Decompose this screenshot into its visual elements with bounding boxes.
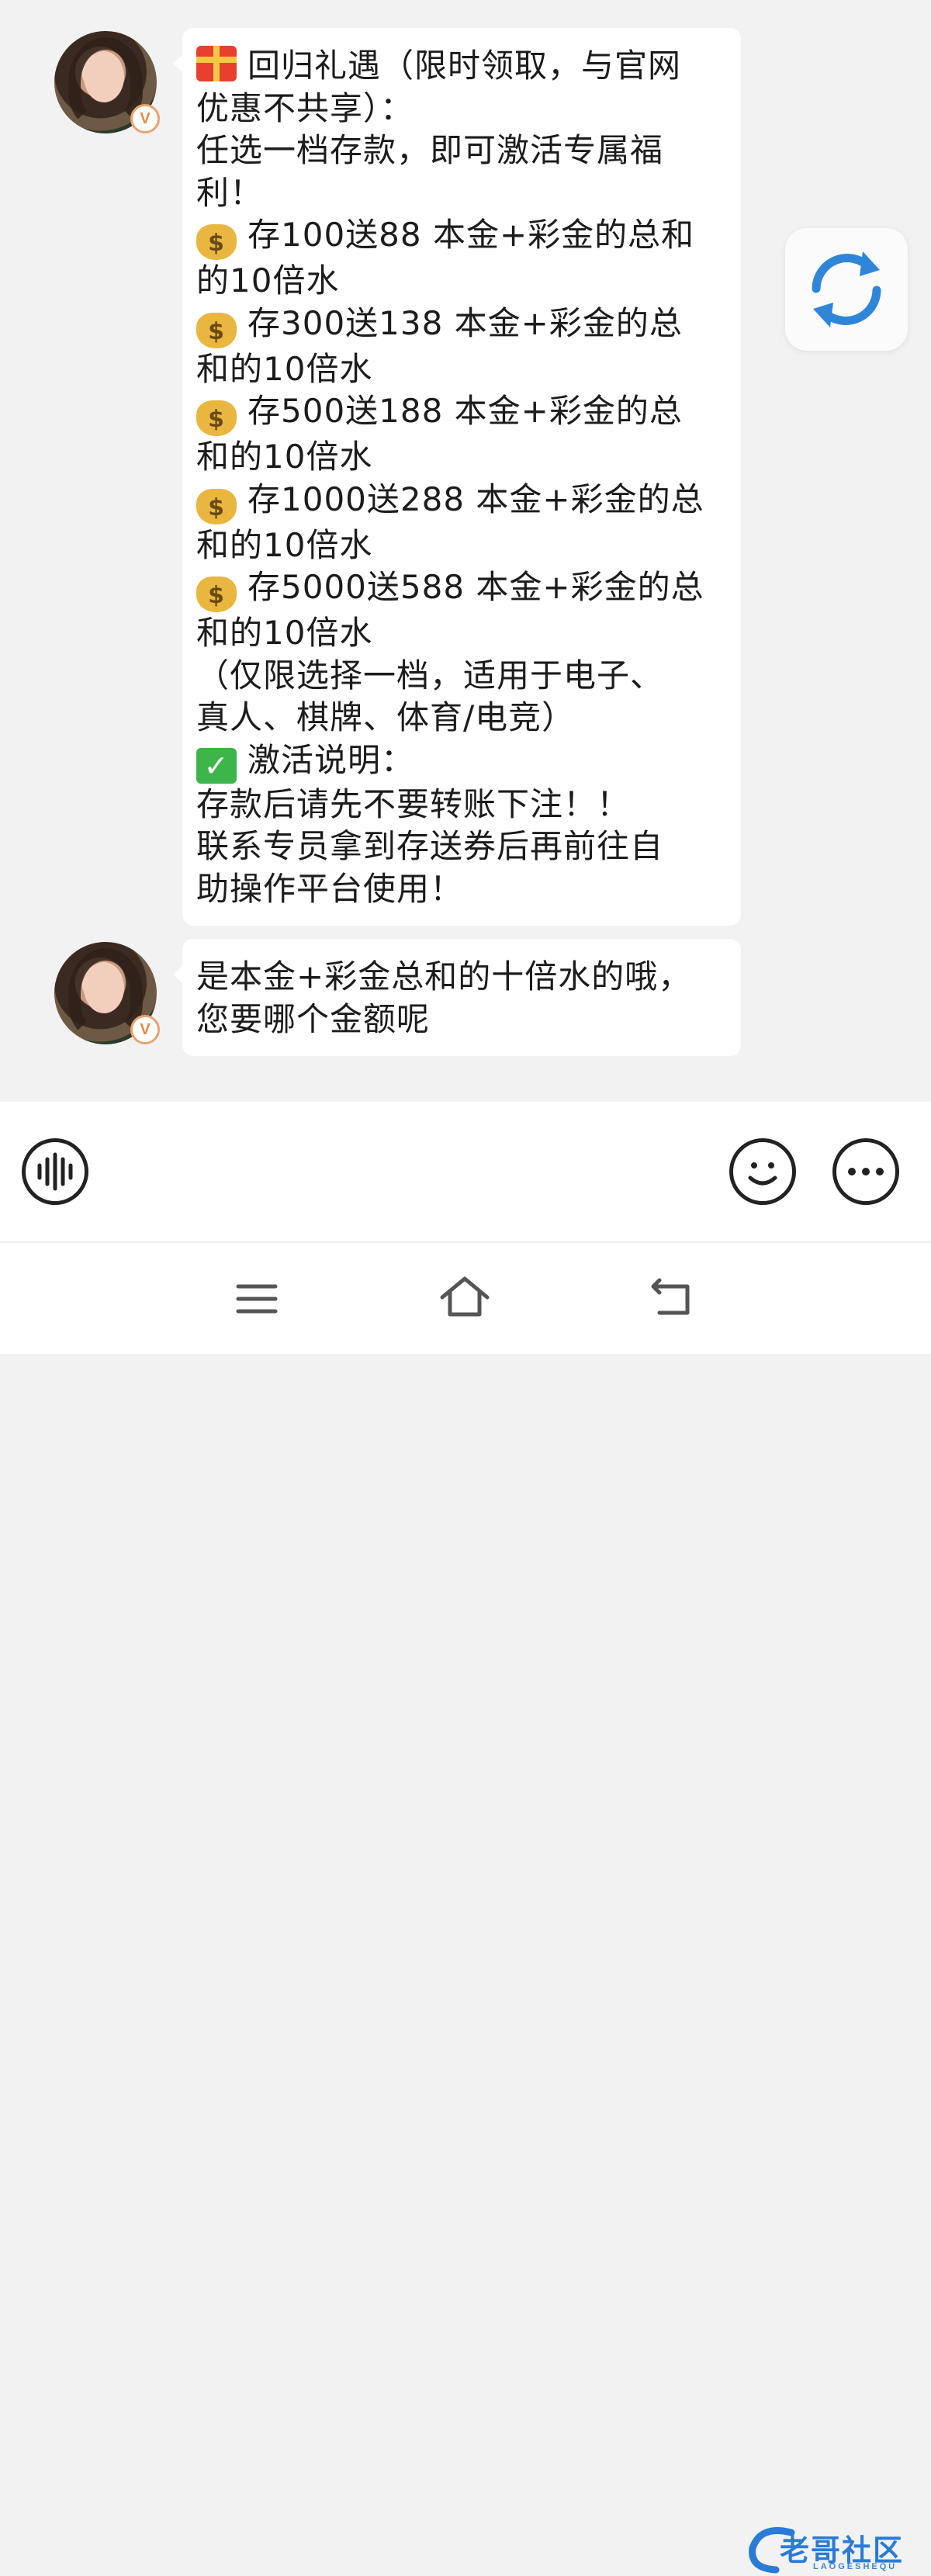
money-bag-icon: $ bbox=[196, 312, 237, 348]
message-text: 和的10倍水 bbox=[196, 525, 373, 564]
input-toolbar bbox=[0, 1102, 931, 1241]
menu-button[interactable] bbox=[235, 1280, 279, 1321]
message-text: 存1000送288 本金+彩金的总 bbox=[247, 480, 704, 518]
home-button[interactable] bbox=[439, 1274, 490, 1322]
message-text: 存款后请先不要转账下注！！ bbox=[196, 784, 631, 823]
message-line: 存款后请先不要转账下注！！ bbox=[196, 784, 727, 826]
message-line: $ 存1000送288 本金+彩金的总 bbox=[196, 479, 727, 525]
message-text: 存100送88 本金+彩金的总和 bbox=[247, 216, 695, 254]
message-text: 是本金+彩金总和的十倍水的哦， bbox=[196, 957, 692, 995]
money-bag-icon: $ bbox=[196, 488, 237, 525]
more-dots-icon bbox=[848, 1168, 884, 1175]
money-bag-icon: $ bbox=[196, 576, 237, 612]
system-nav-bar: 老哥社区 LAOGESHEQU bbox=[0, 1243, 931, 2574]
message-line: 和的10倍水 bbox=[196, 612, 727, 655]
message-text: 优惠不共享）： bbox=[196, 88, 414, 127]
message-line: $ 存500送188 本金+彩金的总 bbox=[196, 390, 727, 436]
watermark-subtitle: LAOGESHEQU bbox=[813, 2562, 898, 2571]
message-text: 助操作平台使用！ bbox=[196, 869, 464, 908]
message-text: 和的10倍水 bbox=[196, 614, 373, 652]
message-text: 利！ bbox=[196, 173, 264, 212]
check-mark-icon: ✓ bbox=[196, 747, 237, 784]
voice-waveform-icon bbox=[37, 1152, 73, 1191]
message-text: 激活说明： bbox=[247, 740, 415, 779]
voice-button[interactable] bbox=[22, 1138, 88, 1205]
back-icon bbox=[651, 1278, 690, 1315]
message-line: $ 存300送138 本金+彩金的总 bbox=[196, 303, 727, 348]
emoji-button[interactable] bbox=[729, 1138, 796, 1205]
avatar-face bbox=[84, 51, 124, 102]
message-line: 任选一档存款，即可激活专属福 bbox=[196, 130, 727, 172]
refresh-icon bbox=[812, 251, 881, 327]
agent-avatar[interactable]: V bbox=[54, 942, 160, 1044]
message-text: 和的10倍水 bbox=[196, 349, 373, 388]
message-line: 和的10倍水 bbox=[196, 436, 727, 479]
message-line: 和的10倍水 bbox=[196, 525, 727, 567]
message-line: 优惠不共享）： bbox=[196, 88, 727, 130]
message-bubble[interactable]: 回归礼遇（限时领取，与官网 优惠不共享）： 任选一档存款，即可激活专属福 利！ $ 存10… bbox=[173, 28, 741, 926]
message-text: 存5000送588 本金+彩金的总 bbox=[247, 568, 704, 606]
message-text: 您要哪个金额呢 bbox=[196, 999, 431, 1038]
message-text: （仅限选择一档，适用于电子、 bbox=[196, 656, 664, 694]
message-text: 存300送138 本金+彩金的总 bbox=[247, 303, 683, 342]
menu-icon bbox=[236, 1284, 278, 1314]
verified-badge: V bbox=[130, 1015, 160, 1044]
message-text: 和的10倍水 bbox=[196, 438, 373, 476]
message-text: 存500送188 本金+彩金的总 bbox=[247, 392, 683, 430]
message-text: 的10倍水 bbox=[196, 261, 340, 299]
message-line: 利！ bbox=[196, 172, 727, 215]
message-bubble[interactable]: 是本金+彩金总和的十倍水的哦， 您要哪个金额呢 bbox=[173, 939, 741, 1056]
verified-badge: V bbox=[130, 104, 160, 133]
message-line: （仅限选择一档，适用于电子、 bbox=[196, 655, 727, 698]
message-line: 真人、棋牌、体育/电竞） bbox=[196, 697, 727, 739]
refresh-button[interactable] bbox=[785, 228, 908, 351]
message-line: 联系专员拿到存送券后再前往自 bbox=[196, 826, 727, 868]
message-line: 是本金+彩金总和的十倍水的哦， bbox=[196, 956, 727, 999]
message-line: $ 存100送88 本金+彩金的总和 bbox=[196, 214, 727, 260]
gift-icon bbox=[196, 46, 237, 81]
agent-avatar[interactable]: V bbox=[54, 31, 160, 133]
message-line: 助操作平台使用！ bbox=[196, 868, 727, 911]
avatar-face bbox=[84, 962, 124, 1013]
home-icon bbox=[440, 1276, 490, 1317]
message-text: 真人、棋牌、体育/电竞） bbox=[196, 698, 576, 736]
back-button[interactable] bbox=[649, 1277, 692, 1321]
more-button[interactable] bbox=[832, 1138, 899, 1205]
message-text: 任选一档存款，即可激活专属福 bbox=[196, 131, 664, 169]
money-bag-icon: $ bbox=[196, 400, 237, 436]
message-line: 回归礼遇（限时领取，与官网 bbox=[196, 45, 727, 88]
message-line: 和的10倍水 bbox=[196, 348, 727, 391]
money-bag-icon: $ bbox=[196, 224, 237, 260]
message-line: ✓ 激活说明： bbox=[196, 739, 727, 784]
watermark-logo: 老哥社区 LAOGESHEQU bbox=[745, 2522, 923, 2576]
message-line: 的10倍水 bbox=[196, 260, 727, 303]
message-line: 您要哪个金额呢 bbox=[196, 999, 727, 1041]
message-text: 联系专员拿到存送券后再前往自 bbox=[196, 827, 664, 865]
chat-area: V 回归礼遇（限时领取，与官网 优惠不共享）： 任选一档存款，即可激活专属福 利！ $ 存… bbox=[0, 0, 931, 1102]
smiley-icon bbox=[748, 1162, 777, 1186]
message-line: $ 存5000送588 本金+彩金的总 bbox=[196, 566, 727, 612]
message-text: 回归礼遇（限时领取，与官网 bbox=[247, 47, 682, 85]
